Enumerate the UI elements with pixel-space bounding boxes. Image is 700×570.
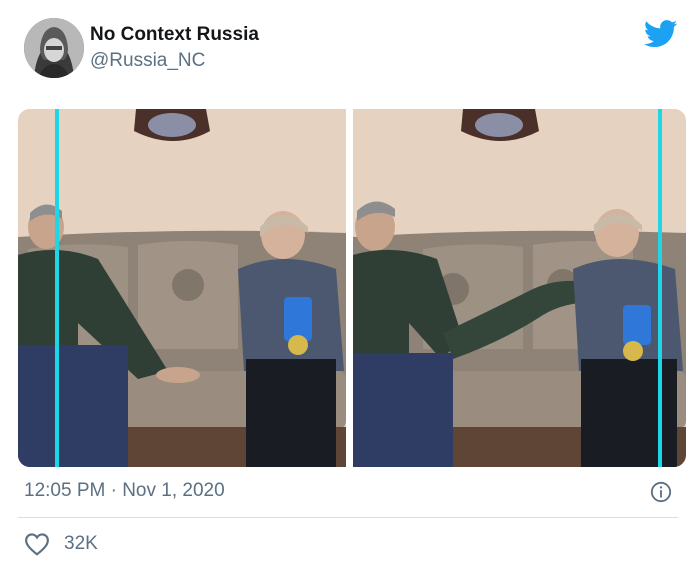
- heart-icon[interactable]: [24, 532, 50, 556]
- display-name[interactable]: No Context Russia: [90, 24, 259, 46]
- like-button[interactable]: 32K: [24, 531, 98, 557]
- tweet-media[interactable]: [18, 109, 686, 467]
- tweet-timestamp[interactable]: 12:05 PM · Nov 1, 2020: [24, 480, 225, 502]
- tweet-card: No Context Russia @Russia_NC 12:05 PM · …: [0, 0, 700, 570]
- info-icon[interactable]: [650, 481, 672, 503]
- twitter-bird-icon[interactable]: [644, 20, 678, 48]
- divider: [18, 517, 678, 518]
- avatar[interactable]: [24, 18, 84, 78]
- avatar-photo: [24, 18, 84, 78]
- like-count: 32K: [64, 533, 98, 554]
- user-handle[interactable]: @Russia_NC: [90, 50, 205, 72]
- overlay-guide-lines: [55, 109, 662, 467]
